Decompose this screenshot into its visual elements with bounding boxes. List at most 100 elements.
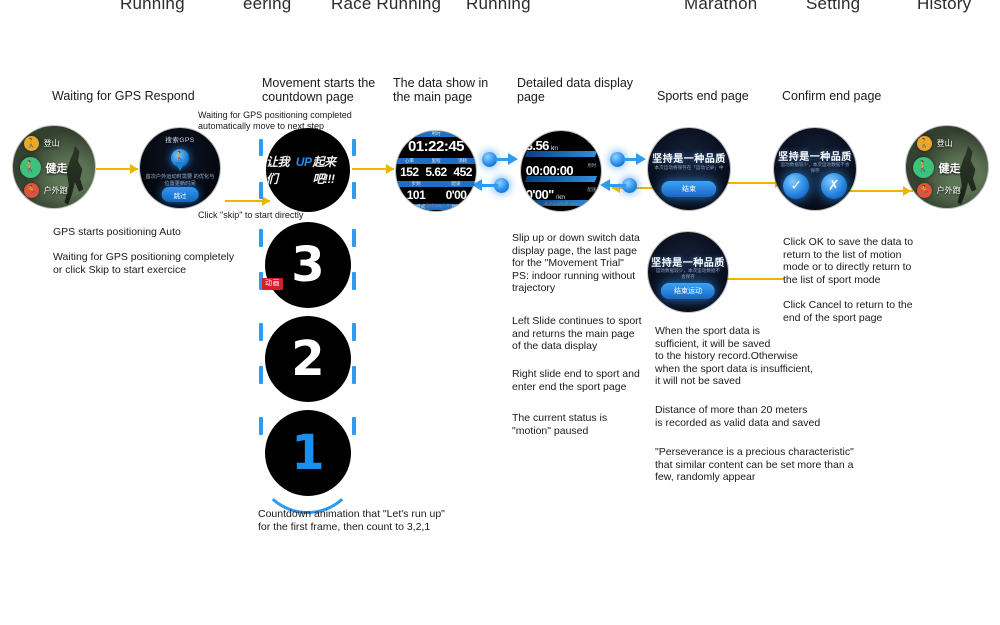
countdown-frame-2: 2 (265, 316, 351, 402)
countdown-progress-arc (258, 424, 357, 514)
mode-item-brisk-walk-2[interactable]: 🚶 健走 (912, 157, 961, 179)
note-left-slide: Left Slide continues to sport and return… (512, 315, 642, 353)
end2-finish-button[interactable]: 结束运动 (660, 283, 716, 300)
tab-running-1[interactable]: Running (120, 0, 185, 14)
blue-arrow-right-2 (636, 153, 646, 165)
note-data-sufficient: When the sport data is sufficient, it wi… (655, 325, 813, 388)
connector-arrow-2 (262, 196, 270, 206)
mode-item-outdoor-run[interactable]: 🏃 户外跑 (23, 183, 68, 199)
note-distance-rule: Distance of more than 20 meters is recor… (655, 404, 821, 429)
tick-cd2-left-bottom (259, 366, 263, 384)
animation-badge: 动画 (262, 278, 283, 290)
main-row2-values: 101 0'00 (396, 187, 476, 204)
countdown-digit-2: 2 (291, 331, 325, 387)
note-perseverance: "Perseverance is a precious characterist… (655, 446, 854, 484)
note-gps-positioning: GPS starts positioning Auto Waiting for … (53, 226, 235, 276)
tab-marathon[interactable]: Marathon (684, 0, 757, 14)
blue-stem-4 (610, 184, 626, 187)
slogan-suffix: 起来吧!!! (312, 155, 336, 186)
mode-item-hiking[interactable]: 🚶 登山 (23, 135, 60, 151)
caption-detail-data: Detailed data display page (517, 76, 634, 104)
walking-icon-2: 🚶 (912, 157, 934, 179)
main-row2-headers: 步频 配速 (396, 181, 476, 187)
tab-history[interactable]: History (917, 0, 971, 14)
tick-cd1-right-top (352, 417, 356, 435)
tab-eering[interactable]: eering (243, 0, 291, 14)
caption-gps-respond: Waiting for GPS Respond (52, 89, 195, 103)
slogan-accent: UP (295, 155, 312, 169)
check-icon[interactable]: ✓ (783, 172, 810, 199)
mode-label-outdoor-run-2: 户外跑 (936, 186, 961, 196)
mode-item-brisk-walk[interactable]: 🚶 健走 (19, 157, 68, 179)
mode-item-hiking-2[interactable]: 🚶 登山 (916, 135, 953, 151)
note-click-skip: Click "skip" to start directly (198, 210, 304, 220)
watch-sport-mode-list-return: 🚶 登山 🚶 健走 🏃 户外跑 (906, 126, 988, 208)
mode-label-brisk-walk: 健走 (45, 162, 68, 175)
detail-row-time: 用时 00:00:00 (524, 163, 598, 182)
end-title: 坚持是一种品质 (652, 154, 726, 166)
confirm-button-group: ✓ ✗ (774, 172, 856, 199)
detail-row-distance: 里程 3.56 km (524, 138, 598, 158)
watch-face-mode-list-2: 🚶 登山 🚶 健走 🏃 户外跑 (906, 126, 988, 208)
gps-skip-button[interactable]: 跳过 (161, 187, 199, 203)
main-row1-values: 152 5.62 452 (396, 164, 476, 181)
mode-label-hiking: 登山 (43, 138, 60, 148)
running-icon-2: 🏃 (916, 183, 932, 199)
watch-countdown-slogan: 让我们 UP 起来吧!!! (266, 128, 350, 212)
caption-countdown: Movement starts the countdown page (262, 76, 376, 104)
walking-icon: 🚶 (19, 157, 41, 179)
tab-race-running[interactable]: Race Running (331, 0, 441, 14)
detail-value-pace: 0'00" / km (525, 187, 565, 203)
hiking-icon-2: 🚶 (916, 135, 932, 151)
tick-right-top (352, 139, 356, 156)
main-time-value: 01:22:45 (407, 138, 465, 155)
watch-confirm-end: 坚持是一种品质 运动数据较少，本次运动数据不会保存 ✓ ✗ (774, 128, 856, 210)
detail-value-distance: 3.56 km (525, 138, 558, 154)
note-right-slide: Right slide end to sport and enter end t… (512, 368, 640, 393)
slogan-text: 让我们 UP 起来吧!!! (266, 153, 350, 187)
main-header-hr: 心率 (396, 158, 423, 164)
watch-face-slogan: 让我们 UP 起来吧!!! (266, 128, 350, 212)
watch-detail-data: 里程 3.56 km 用时 00:00:00 配速 0'00" / km 本次运… (521, 131, 601, 211)
location-pin-icon: 🚶 (171, 148, 189, 173)
main-header-cadence: 步频 (396, 181, 436, 187)
watch-face-main-data: 用时 01:22:45 心率 里程 消耗 152 5.62 452 步频 配速 … (396, 131, 476, 211)
tick-left-top (259, 139, 263, 156)
watch-face-end: 坚持是一种品质 本次运动将保存在「运动记录」中 结束 (648, 128, 730, 210)
tick-cd1-left-top (259, 417, 263, 435)
note-current-status: The current status is "motion" paused (512, 412, 608, 437)
note-gps-auto-next: Waiting for GPS positioning completed au… (198, 110, 352, 131)
mode-item-outdoor-run-2[interactable]: 🏃 户外跑 (916, 183, 961, 199)
running-icon: 🏃 (23, 183, 39, 199)
note-countdown-animation: Countdown animation that "Let's run up" … (258, 508, 445, 533)
mode-label-brisk-walk-2: 健走 (938, 162, 961, 175)
watch-sport-mode-list: 🚶 登山 🚶 健走 🏃 户外跑 (13, 126, 95, 208)
main-row1-headers: 心率 里程 消耗 (396, 158, 476, 164)
main-value-hr: 152 (400, 165, 419, 179)
tab-running-2[interactable]: Running (466, 0, 531, 14)
main-footer-note: 自动暂停功能已开启 (418, 203, 454, 208)
close-icon[interactable]: ✗ (820, 172, 847, 199)
mode-label-outdoor-run: 户外跑 (43, 186, 68, 196)
main-header-pace: 配速 (436, 181, 476, 187)
main-header-calories: 消耗 (449, 158, 476, 164)
note-click-ok: Click OK to save the data to return to t… (783, 236, 914, 286)
tick-cd3-right-top (352, 229, 356, 247)
main-value-cadence: 101 (406, 188, 426, 202)
note-slide-switch: Slip up or down switch data display page… (512, 232, 640, 295)
tick-cd2-right-bottom (352, 366, 356, 384)
watch-gps-search: 搜索GPS 🚶 首次户外运动时需要 的优化与位置更新时间 跳过 (140, 128, 220, 208)
tick-left-bottom (259, 182, 263, 199)
tab-setting[interactable]: Setting (806, 0, 860, 14)
end-subtitle: 本次运动将保存在「运动记录」中 (654, 164, 724, 170)
end-finish-button[interactable]: 结束 (661, 180, 717, 197)
mode-label-hiking-2: 登山 (936, 138, 953, 148)
blue-stem-2 (482, 184, 498, 187)
watch-sports-end: 坚持是一种品质 本次运动将保存在「运动记录」中 结束 (648, 128, 730, 210)
watch-face-mode-list: 🚶 登山 🚶 健走 🏃 户外跑 (13, 126, 95, 208)
connector-arrow-3 (386, 164, 394, 174)
tick-cd3-right-bottom (352, 272, 356, 290)
connector-arrow-1 (130, 164, 138, 174)
caption-confirm-end: Confirm end page (782, 89, 882, 103)
main-value-distance: 5.62 (425, 165, 447, 179)
